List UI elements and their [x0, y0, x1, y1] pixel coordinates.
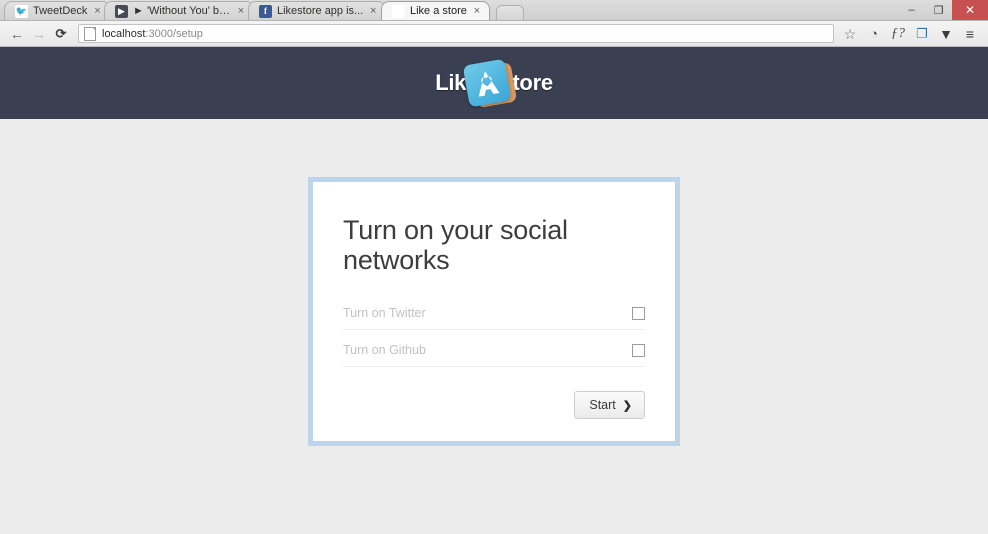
url-host: localhost [102, 27, 146, 40]
tab-close-icon[interactable]: × [235, 5, 247, 17]
site-header: Like Store [0, 47, 988, 119]
bookmark-star-icon[interactable]: ☆ [838, 27, 862, 41]
twitter-toggle-checkbox[interactable] [632, 306, 645, 320]
history-clock-icon[interactable]: ◔ [862, 27, 886, 40]
browser-window: 🐦 TweetDeck × ▶ ► 'Without You' by The N… [0, 0, 988, 534]
tab-close-icon[interactable]: × [471, 5, 483, 17]
tab-title: Likestore app is... [277, 5, 364, 17]
network-row-github[interactable]: Turn on Github [343, 338, 645, 368]
likestore-icon: ✦ [391, 4, 405, 18]
github-toggle-checkbox[interactable] [632, 343, 645, 357]
new-tab-button[interactable] [495, 5, 524, 20]
browser-tab-youtube[interactable]: ▶ ► 'Without You' by The N × [104, 1, 255, 20]
forward-button[interactable]: → [28, 27, 50, 41]
network-row-twitter[interactable]: Turn on Twitter [343, 301, 645, 331]
tab-title: Like a store [409, 5, 467, 17]
url-path: :3000/setup [145, 27, 203, 40]
network-label: Turn on Twitter [343, 306, 426, 321]
window-controls: – ❐ ✕ [898, 0, 988, 20]
logo-letter-a-heart-icon [463, 59, 512, 108]
start-button-label: Start [589, 398, 616, 413]
menu-icon[interactable]: ≡ [958, 27, 982, 41]
card-actions: Start ❯ [343, 375, 645, 420]
fq-extension-icon[interactable]: ƒ? [886, 26, 910, 41]
reload-button[interactable]: ⟳ [50, 27, 72, 40]
browser-tab-tweetdeck[interactable]: 🐦 TweetDeck × [4, 1, 111, 20]
start-button[interactable]: Start ❯ [574, 391, 645, 420]
youtube-icon: ▶ [115, 4, 129, 18]
address-bar[interactable]: localhost:3000/setup [78, 24, 834, 43]
logo-mark [462, 57, 518, 109]
twitter-bird-icon: 🐦 [15, 4, 28, 18]
toolbar-icon-group: ☆ ◔ ƒ? ❐ ▼ ≡ [838, 26, 982, 41]
screencast-icon[interactable]: ❐ [910, 27, 934, 40]
window-close-button[interactable]: ✕ [952, 0, 988, 20]
tab-strip: 🐦 TweetDeck × ▶ ► 'Without You' by The N… [0, 0, 898, 20]
browser-toolbar: ← → ⟳ localhost:3000/setup ☆ ◔ ƒ? ❐ ▼ ≡ [0, 21, 988, 47]
setup-card: Turn on your social networks Turn on Twi… [308, 177, 680, 447]
tab-close-icon[interactable]: × [368, 5, 380, 17]
page-document-icon [84, 26, 96, 41]
page-title: Turn on your social networks [343, 215, 568, 275]
browser-titlebar: 🐦 TweetDeck × ▶ ► 'Without You' by The N… [0, 0, 988, 21]
setup-card-inner: Turn on your social networks Turn on Twi… [313, 182, 675, 442]
network-label: Turn on Github [343, 343, 426, 358]
browser-tab-likestore-app[interactable]: f Likestore app is... × [248, 1, 387, 20]
tab-title: ► 'Without You' by The N [133, 5, 236, 17]
site-logo[interactable]: Like Store [435, 53, 553, 113]
pocket-icon[interactable]: ▼ [934, 27, 958, 41]
window-minimize-button[interactable]: – [898, 0, 925, 20]
page-body: Turn on your social networks Turn on Twi… [0, 119, 988, 447]
page-viewport: Like Store Turn on your social networks [0, 47, 988, 534]
tab-title: TweetDeck [33, 5, 88, 17]
tab-close-icon[interactable]: × [91, 5, 103, 17]
window-maximize-button[interactable]: ❐ [925, 0, 952, 20]
chevron-right-icon: ❯ [622, 399, 632, 412]
facebook-icon: f [259, 4, 273, 18]
browser-tab-like-a-store[interactable]: ✦ Like a store × [380, 1, 490, 20]
back-button[interactable]: ← [6, 27, 28, 41]
